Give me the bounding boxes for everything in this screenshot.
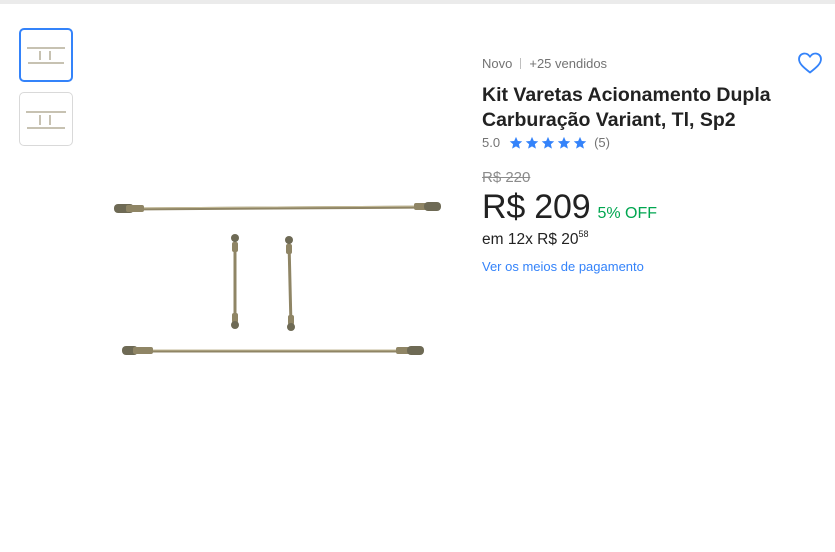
condition-label: Novo <box>482 56 513 71</box>
star-icon <box>573 136 587 149</box>
sold-count: +25 vendidos <box>529 56 608 71</box>
star-icon <box>509 136 523 149</box>
star-icon <box>525 136 539 149</box>
product-title: Kit Varetas Acionamento Dupla Carburação… <box>482 84 771 131</box>
original-price: R$ 220 <box>482 169 531 186</box>
top-divider <box>0 0 835 4</box>
star-icon <box>541 136 555 149</box>
rating-row[interactable]: 5.0 (5) <box>482 135 610 150</box>
rating-count: (5) <box>594 135 610 150</box>
installments-amount: em 12x R$ 20 <box>482 231 579 248</box>
price-row: R$ 209 5% OFF <box>482 188 657 227</box>
discount-badge: 5% OFF <box>597 205 657 222</box>
payment-methods-link[interactable]: Ver os meios de pagamento <box>482 259 644 274</box>
rating-stars <box>509 136 587 150</box>
installments-cents: 58 <box>578 228 589 239</box>
product-meta: Novo +25 vendidos <box>482 56 607 71</box>
current-price: R$ 209 <box>482 188 591 226</box>
star-icon <box>557 136 571 149</box>
meta-divider <box>520 58 522 69</box>
thumbnail-1[interactable] <box>19 28 73 82</box>
product-main-image <box>114 202 441 355</box>
thumbnail-2[interactable] <box>19 92 73 146</box>
rating-score: 5.0 <box>482 135 501 150</box>
installments-info: em 12x R$ 2058 <box>482 228 589 249</box>
rods-thumbnail-image <box>27 47 65 64</box>
heart-outline-icon[interactable] <box>797 51 823 75</box>
rods-thumbnail-image <box>26 111 66 129</box>
